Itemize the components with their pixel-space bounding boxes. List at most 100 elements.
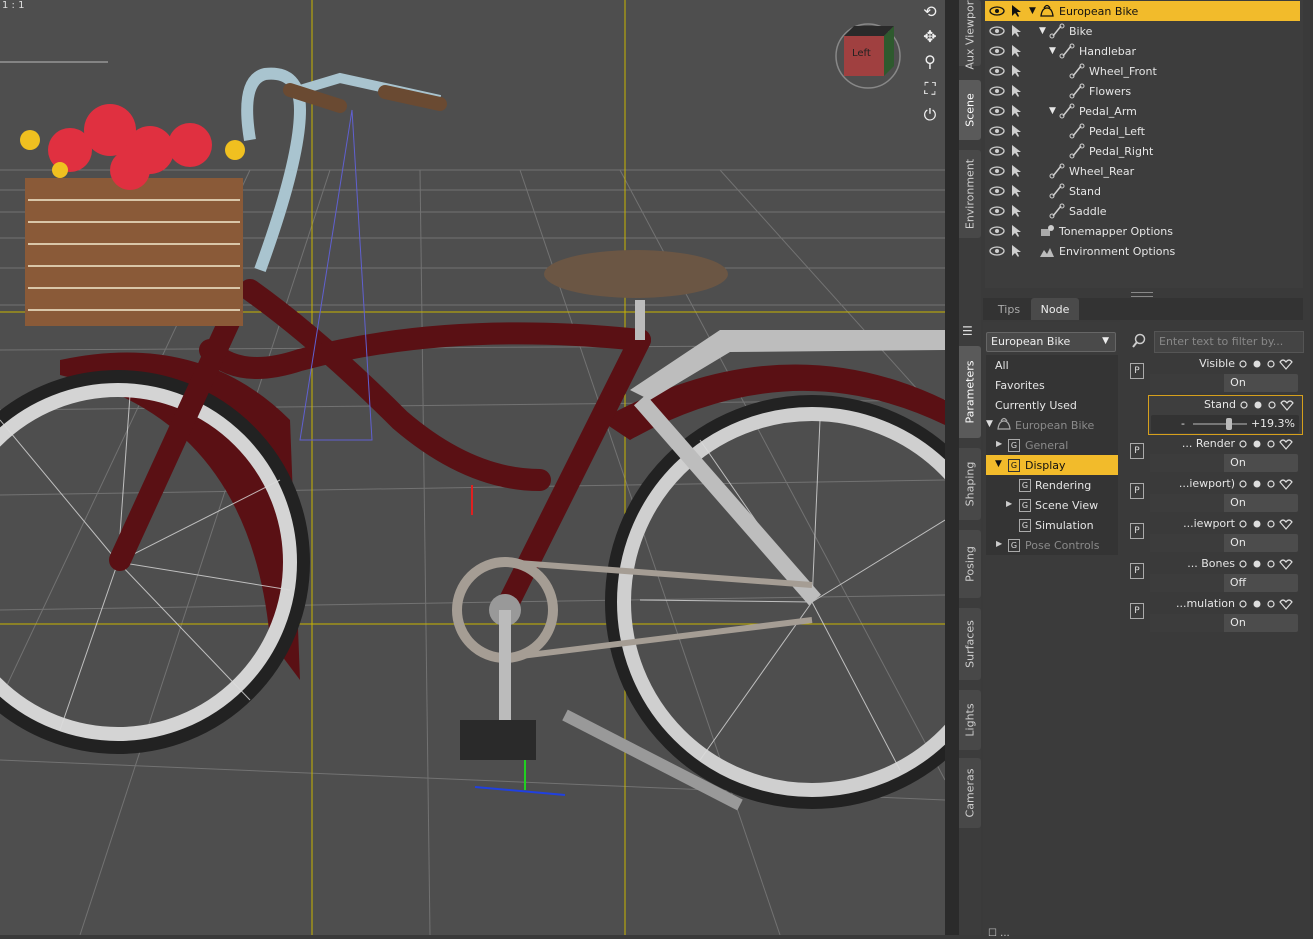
parameter-options-icons[interactable] (1234, 398, 1300, 412)
parameter-options-icons[interactable] (1233, 437, 1299, 451)
scene-row[interactable]: Stand (985, 181, 1300, 201)
selectable-arrow-icon[interactable] (1009, 244, 1025, 258)
parameter-pin-icon[interactable]: P (1130, 563, 1144, 579)
parameter-pin-icon[interactable]: P (1130, 483, 1144, 499)
parameter-item[interactable]: ... Bones Off (1148, 555, 1301, 593)
tab-shaping[interactable]: Shaping (959, 448, 981, 520)
visibility-eye-icon[interactable] (989, 124, 1005, 138)
group-display[interactable]: ▼ G Display (986, 455, 1118, 475)
scene-row[interactable]: Environment Options (985, 241, 1300, 261)
parameter-options-icons[interactable] (1233, 597, 1299, 611)
selectable-arrow-icon[interactable] (1009, 44, 1025, 58)
group-rendering[interactable]: G Rendering (986, 475, 1118, 495)
selectable-arrow-icon[interactable] (1009, 64, 1025, 78)
tab-aux-viewport[interactable]: Aux Viewport (959, 0, 981, 70)
parameter-value-toggle[interactable]: On (1150, 494, 1298, 512)
selectable-arrow-icon[interactable] (1009, 124, 1025, 138)
scene-row[interactable]: ▼ Bike (985, 21, 1300, 41)
parameter-value-toggle[interactable]: On (1150, 534, 1298, 552)
visibility-eye-icon[interactable] (989, 44, 1005, 58)
scene-row[interactable]: Pedal_Right (985, 141, 1300, 161)
scene-panel-resize-handle[interactable] (1131, 292, 1153, 297)
parameter-filter-input[interactable]: Enter text to filter by... (1154, 331, 1304, 353)
tab-cameras[interactable]: Cameras (959, 758, 981, 828)
tab-lights[interactable]: Lights (959, 690, 981, 750)
tab-surfaces[interactable]: Surfaces (959, 608, 981, 680)
tab-scene[interactable]: Scene (959, 80, 981, 140)
scene-row[interactable]: Pedal_Left (985, 121, 1300, 141)
scene-row[interactable]: ▼ Pedal_Arm (985, 101, 1300, 121)
3d-viewport[interactable]: 1 : 1 Left ⟲ ✥ ⚲ ⛶ ⏻ (0, 0, 945, 935)
scene-row[interactable]: ▼ European Bike (985, 1, 1300, 21)
tab-posing[interactable]: Posing (959, 530, 981, 598)
scene-row[interactable]: Wheel_Rear (985, 161, 1300, 181)
scene-row[interactable]: Tonemapper Options (985, 221, 1300, 241)
group-general[interactable]: ▶ G General (986, 435, 1118, 455)
scene-row[interactable]: Saddle (985, 201, 1300, 221)
expand-arrow-icon[interactable]: ▼ (1049, 106, 1056, 116)
group-pose-controls[interactable]: ▶ G Pose Controls (986, 535, 1118, 555)
tab-tips[interactable]: Tips (989, 298, 1029, 320)
scene-row[interactable]: ▼ Handlebar (985, 41, 1300, 61)
visibility-eye-icon[interactable] (989, 184, 1005, 198)
selectable-arrow-icon[interactable] (1009, 164, 1025, 178)
parameter-item[interactable]: Stand - +19.3% (1148, 395, 1303, 435)
scene-row[interactable]: Wheel_Front (985, 61, 1300, 81)
expand-arrow-icon[interactable]: ▼ (1049, 46, 1056, 56)
group-simulation[interactable]: G Simulation (986, 515, 1118, 535)
group-node[interactable]: ▼ European Bike (986, 415, 1118, 435)
parameter-value-toggle[interactable]: On (1150, 374, 1298, 392)
parameter-options-icons[interactable] (1233, 357, 1299, 371)
selectable-arrow-icon[interactable] (1009, 144, 1025, 158)
parameter-item[interactable]: Visible On (1148, 355, 1301, 393)
visibility-eye-icon[interactable] (989, 144, 1005, 158)
selectable-arrow-icon[interactable] (1009, 104, 1025, 118)
selectable-arrow-icon[interactable] (1009, 184, 1025, 198)
selectable-arrow-icon[interactable] (1009, 24, 1025, 38)
parameter-item[interactable]: ... Render On (1148, 435, 1301, 473)
parameter-pin-icon[interactable]: P (1130, 443, 1144, 459)
parameter-value-toggle[interactable]: On (1150, 614, 1298, 632)
group-all[interactable]: All (986, 355, 1118, 375)
expand-arrow-icon[interactable]: ▼ (1039, 26, 1046, 36)
slider-thumb[interactable] (1226, 418, 1233, 430)
selectable-arrow-icon[interactable] (1009, 204, 1025, 218)
visibility-eye-icon[interactable] (989, 244, 1005, 258)
parameter-options-icons[interactable] (1233, 477, 1299, 491)
parameter-item[interactable]: ...iewport) On (1148, 475, 1301, 513)
parameter-item[interactable]: ...mulation On (1148, 595, 1301, 633)
group-favorites[interactable]: Favorites (986, 375, 1118, 395)
visibility-eye-icon[interactable] (989, 104, 1005, 118)
parameter-options-icons[interactable] (1233, 517, 1299, 531)
tab-node[interactable]: Node (1031, 298, 1079, 320)
pane-options-icon[interactable]: ☰ (962, 324, 978, 340)
selectable-arrow-icon[interactable] (1009, 4, 1025, 18)
visibility-eye-icon[interactable] (989, 164, 1005, 178)
visibility-eye-icon[interactable] (989, 224, 1005, 238)
orbit-tool-icon[interactable]: ⟲ (918, 0, 942, 22)
visibility-eye-icon[interactable] (989, 64, 1005, 78)
zoom-tool-icon[interactable]: ⚲ (918, 50, 942, 72)
parameter-pin-icon[interactable]: P (1130, 603, 1144, 619)
parameter-slider[interactable]: - +19.3% (1151, 415, 1299, 433)
scene-row[interactable]: Flowers (985, 81, 1300, 101)
visibility-eye-icon[interactable] (989, 4, 1005, 18)
parameter-value-toggle[interactable]: Off (1150, 574, 1298, 592)
parameter-pin-icon[interactable]: P (1130, 523, 1144, 539)
selectable-arrow-icon[interactable] (1009, 84, 1025, 98)
visibility-eye-icon[interactable] (989, 24, 1005, 38)
visibility-eye-icon[interactable] (989, 204, 1005, 218)
selectable-arrow-icon[interactable] (1009, 224, 1025, 238)
tab-parameters[interactable]: Parameters (959, 346, 981, 438)
pane-separator[interactable] (945, 0, 959, 935)
footer-option[interactable]: ☐ ... (988, 928, 1010, 939)
expand-arrow-icon[interactable]: ▼ (1029, 6, 1036, 16)
tab-environment[interactable]: Environment (959, 150, 981, 238)
node-select-dropdown[interactable]: European Bike ▼ (986, 332, 1116, 352)
parameter-pin-icon[interactable]: P (1130, 363, 1144, 379)
visibility-eye-icon[interactable] (989, 84, 1005, 98)
parameter-item[interactable]: ...iewport On (1148, 515, 1301, 553)
group-scene-view[interactable]: ▶ G Scene View (986, 495, 1118, 515)
reset-view-icon[interactable]: ⏻ (918, 104, 942, 126)
group-currently-used[interactable]: Currently Used (986, 395, 1118, 415)
